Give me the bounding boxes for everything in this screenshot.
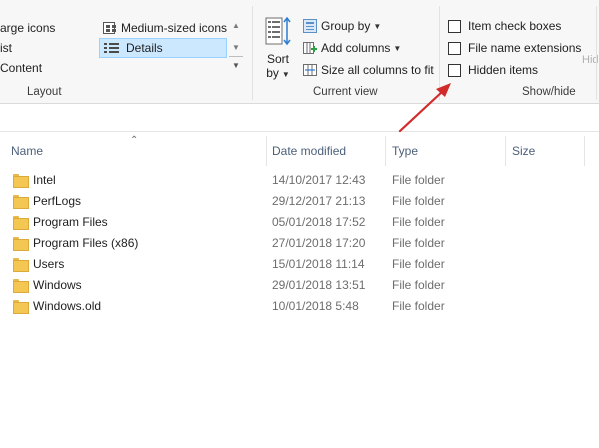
file-date: 29/01/2018 13:51 — [272, 277, 366, 292]
group-by-icon — [303, 19, 317, 33]
layout-medium-icons-label: Medium-sized icons — [120, 21, 227, 35]
folder-icon — [13, 215, 29, 230]
sort-by-icon — [265, 16, 291, 48]
folder-icon — [13, 236, 29, 251]
sort-by-label-2: by ▼ — [262, 66, 294, 82]
column-header-size[interactable]: Size — [512, 136, 535, 166]
column-headers: ⌃ Name Date modified Type Size — [0, 135, 599, 166]
layout-large-icons[interactable]: arge icons — [0, 19, 55, 37]
column-header-date-modified[interactable]: Date modified — [272, 136, 346, 166]
file-name: Intel — [33, 172, 56, 187]
medium-icons-icon — [103, 22, 115, 34]
column-header-name[interactable]: Name — [11, 136, 43, 166]
file-date: 10/01/2018 5:48 — [272, 298, 359, 313]
hidden-items-checkbox[interactable] — [448, 63, 461, 77]
layout-list[interactable]: ist — [0, 39, 12, 57]
gallery-more-button[interactable]: ▼ — [229, 56, 243, 74]
file-name: Windows.old — [33, 298, 102, 313]
size-all-columns-button[interactable]: Size all columns to fit — [303, 61, 434, 79]
address-bar[interactable] — [0, 104, 599, 132]
layout-medium-icons[interactable]: Medium-sized icons — [101, 19, 227, 37]
column-divider[interactable] — [385, 136, 386, 166]
group-by-label: Group by — [321, 19, 371, 33]
chevron-down-icon: ▼ — [281, 70, 290, 79]
column-header-type-label: Type — [392, 144, 419, 158]
file-name: Program Files (x86) — [33, 235, 139, 250]
layout-content[interactable]: Content — [0, 59, 42, 77]
file-type: File folder — [392, 214, 445, 229]
file-type: File folder — [392, 256, 445, 271]
file-name: PerfLogs — [33, 193, 82, 208]
file-type: File folder — [392, 277, 445, 292]
file-type: File folder — [392, 172, 445, 187]
file-date: 29/12/2017 21:13 — [272, 193, 366, 208]
sort-by-button[interactable]: Sort by ▼ — [262, 16, 294, 80]
list-item[interactable]: Intel 14/10/2017 12:43 File folder — [0, 169, 599, 190]
layout-group-label: Layout — [27, 86, 62, 98]
list-item[interactable]: Users 15/01/2018 11:14 File folder — [0, 253, 599, 274]
hidden-items-label: Hidden items — [468, 63, 539, 77]
current-view-group-label: Current view — [313, 86, 378, 98]
show-hide-group-label: Show/hide — [522, 86, 576, 98]
list-item[interactable]: Windows 29/01/2018 13:51 File folder — [0, 274, 599, 295]
file-name-extensions-toggle[interactable]: File name extensions — [448, 39, 581, 57]
file-type: File folder — [392, 235, 445, 250]
file-type: File folder — [392, 193, 445, 208]
file-name: Program Files — [33, 214, 108, 229]
column-divider[interactable] — [266, 136, 267, 166]
column-header-name-label: Name — [11, 144, 44, 158]
folder-icon — [13, 299, 29, 314]
column-header-date-label: Date modified — [272, 144, 347, 158]
folder-icon — [13, 194, 29, 209]
column-header-size-label: Size — [512, 144, 536, 158]
file-name-extensions-checkbox[interactable] — [448, 41, 461, 55]
list-item[interactable]: Program Files (x86) 27/01/2018 17:20 Fil… — [0, 232, 599, 253]
hidden-items-toggle[interactable]: Hidden items — [448, 61, 538, 79]
group-separator — [596, 6, 597, 100]
add-columns-button[interactable]: Add columns ▼ — [303, 39, 401, 57]
file-date: 15/01/2018 11:14 — [272, 256, 365, 271]
add-columns-label: Add columns — [321, 41, 391, 55]
folder-icon — [13, 257, 29, 272]
layout-list-label: ist — [0, 41, 12, 55]
file-type: File folder — [392, 298, 445, 313]
file-name-extensions-label: File name extensions — [468, 41, 582, 55]
group-by-button[interactable]: Group by ▼ — [303, 17, 381, 35]
file-date: 27/01/2018 17:20 — [272, 235, 366, 250]
size-all-columns-label: Size all columns to fit — [321, 63, 434, 77]
sort-by-label-1: Sort — [266, 52, 289, 66]
file-name: Windows — [33, 277, 82, 292]
folder-icon — [13, 173, 29, 188]
layout-details-label: Details — [126, 41, 163, 55]
chevron-down-icon: ▼ — [373, 21, 382, 31]
gallery-scroll-down[interactable]: ▼ — [229, 38, 243, 56]
file-name: Users — [33, 256, 65, 271]
layout-content-label: Content — [0, 61, 43, 75]
group-separator — [439, 6, 440, 100]
ribbon-view-tab: arge icons ist Content Medium-sized icon… — [0, 0, 599, 104]
list-item[interactable]: Program Files 05/01/2018 17:52 File fold… — [0, 211, 599, 232]
column-header-type[interactable]: Type — [392, 136, 418, 166]
group-separator — [252, 6, 253, 100]
sort-ascending-icon: ⌃ — [130, 135, 139, 146]
list-item[interactable]: Windows.old 10/01/2018 5:48 File folder — [0, 295, 599, 316]
sort-by-label-2-text: by — [266, 66, 279, 80]
column-divider[interactable] — [584, 136, 585, 166]
layout-details[interactable]: Details — [99, 38, 227, 58]
gallery-scroll-up[interactable]: ▲ — [229, 16, 243, 34]
item-check-boxes-checkbox[interactable] — [448, 19, 461, 33]
item-check-boxes-toggle[interactable]: Item check boxes — [448, 17, 561, 35]
layout-large-icons-label: arge icons — [0, 21, 56, 35]
list-item[interactable]: PerfLogs 29/12/2017 21:13 File folder — [0, 190, 599, 211]
folder-icon — [13, 278, 29, 293]
file-date: 05/01/2018 17:52 — [272, 214, 366, 229]
column-divider[interactable] — [505, 136, 506, 166]
size-columns-icon — [303, 63, 317, 77]
details-view-icon — [104, 42, 120, 54]
item-check-boxes-label: Item check boxes — [468, 19, 562, 33]
chevron-down-icon: ▼ — [393, 43, 402, 53]
add-columns-icon — [303, 41, 317, 55]
file-date: 14/10/2017 12:43 — [272, 172, 366, 187]
layout-gallery-scroll: ▲ ▼ ▼ — [229, 16, 243, 78]
